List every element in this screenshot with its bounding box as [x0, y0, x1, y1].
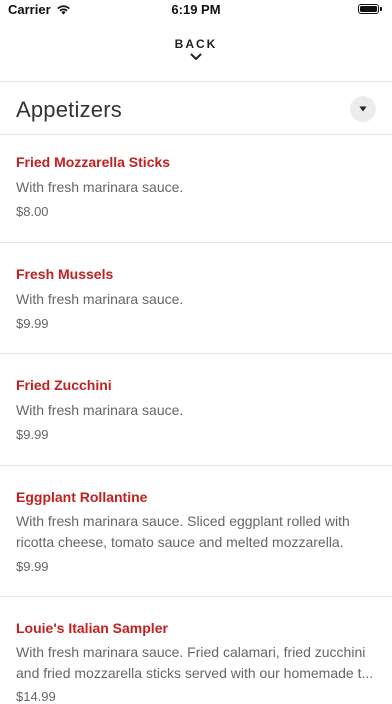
item-name: Fresh Mussels [16, 266, 114, 282]
item-description-line: ricotta cheese, tomato sauce and melted … [16, 534, 344, 550]
section-title: Appetizers [16, 97, 122, 122]
item-description: With fresh marinara sauce. [16, 402, 184, 418]
item-description-line: and fried mozzarella sticks served with … [16, 665, 374, 681]
item-name: Fried Mozzarella Sticks [16, 154, 171, 170]
status-right [358, 4, 382, 14]
menu-item[interactable]: Fried Zucchini With fresh marinara sauce… [0, 354, 392, 465]
battery-icon [358, 4, 379, 14]
item-price: $9.99 [16, 427, 49, 442]
status-bar: Carrier 6:19 PM [0, 0, 392, 22]
item-description: With fresh marinara sauce. Fried calamar… [16, 642, 376, 684]
item-name: Fried Zucchini [16, 377, 112, 393]
menu-item[interactable]: Eggplant Rollantine With fresh marinara … [0, 466, 392, 596]
status-time: 6:19 PM [171, 2, 221, 17]
item-description: With fresh marinara sauce. [16, 291, 184, 307]
section-header[interactable]: Appetizers [0, 82, 392, 134]
item-price: $14.99 [16, 689, 56, 704]
back-button[interactable]: BACK [0, 30, 392, 80]
chevron-down-icon [190, 53, 202, 60]
menu-item[interactable]: Louie's Italian Sampler With fresh marin… [0, 597, 392, 704]
item-name: Louie's Italian Sampler [16, 620, 168, 636]
item-price: $9.99 [16, 316, 49, 331]
item-price: $9.99 [16, 559, 49, 574]
section-collapse-button[interactable] [350, 96, 376, 122]
back-label: BACK [174, 37, 218, 51]
triangle-down-icon [359, 106, 367, 112]
menu-item[interactable]: Fresh Mussels With fresh marinara sauce.… [0, 243, 392, 353]
battery-tip [380, 7, 382, 11]
menu-item[interactable]: Fried Mozzarella Sticks With fresh marin… [0, 135, 392, 242]
item-name: Eggplant Rollantine [16, 489, 148, 505]
item-description-line: With fresh marinara sauce. Sliced eggpla… [16, 513, 350, 529]
item-description-line: With fresh marinara sauce. Fried calamar… [16, 644, 366, 660]
item-description: With fresh marinara sauce. [16, 179, 184, 195]
item-description: With fresh marinara sauce. Sliced eggpla… [16, 511, 376, 553]
item-price: $8.00 [16, 204, 49, 219]
